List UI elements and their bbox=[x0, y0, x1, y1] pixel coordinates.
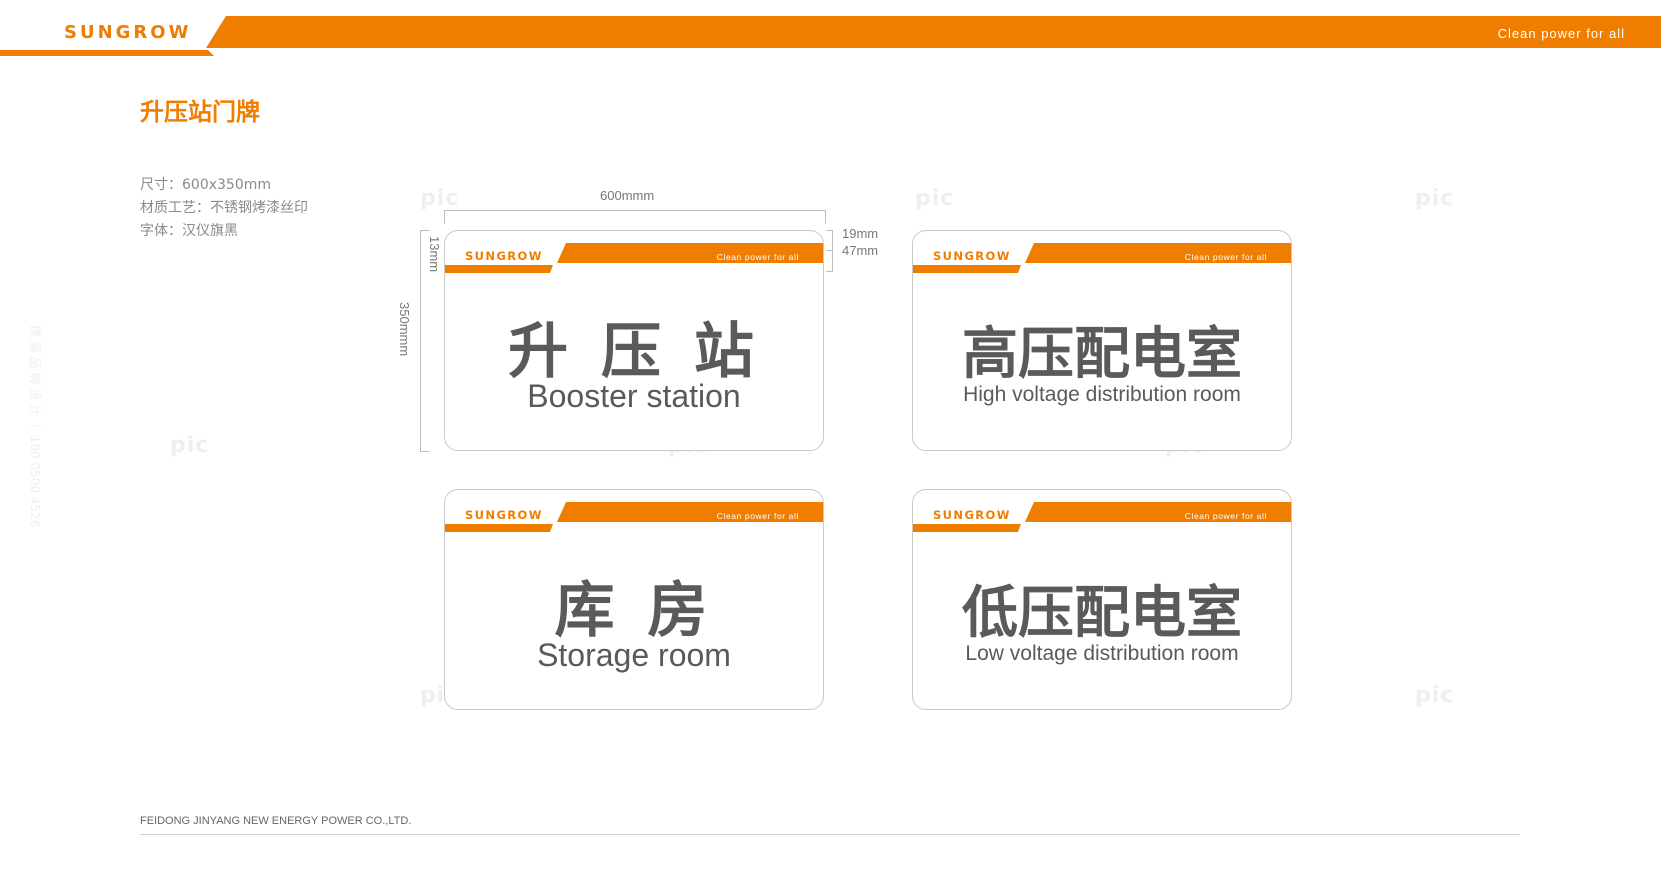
sign-title-cn: 高压配电室 bbox=[962, 322, 1242, 387]
dimension-band-tick bbox=[826, 271, 833, 272]
watermark-logo: pic bbox=[1415, 683, 1455, 708]
sign-title-cn: 低压配电室 bbox=[962, 581, 1242, 646]
page-title: 升压站门牌 bbox=[140, 98, 260, 126]
spec-size: 尺寸：600x350mm bbox=[140, 177, 272, 193]
dimension-width-tick bbox=[825, 210, 826, 224]
watermark-logo: pic bbox=[915, 186, 955, 211]
dimension-width: 600mmm bbox=[600, 188, 655, 203]
footer-company: FEIDONG JINYANG NEW ENERGY POWER CO.,LTD… bbox=[140, 815, 412, 827]
brand-logo: SUNGROW bbox=[64, 22, 192, 43]
dimension-band-tick bbox=[826, 230, 833, 231]
sign-logo: SUNGROW bbox=[933, 249, 1011, 263]
dimension-band-line bbox=[832, 230, 833, 272]
sign-title-en: Low voltage distribution room bbox=[965, 642, 1239, 665]
sign-title-en: Booster station bbox=[527, 378, 741, 414]
header-band bbox=[0, 16, 1661, 56]
sign-title-cn: 库 房 bbox=[554, 576, 714, 646]
sign-low-voltage-room: SUNGROW Clean power for all 低压配电室 Low vo… bbox=[912, 489, 1292, 710]
dimension-height-line bbox=[420, 230, 421, 452]
sign-title-en: Storage room bbox=[537, 637, 731, 673]
spec-material: 材质工艺：不锈钢烤漆丝印 bbox=[140, 200, 308, 216]
sign-title-en: High voltage distribution room bbox=[963, 383, 1241, 406]
watermark-logo: pic bbox=[170, 433, 210, 458]
dimension-side: 13mm bbox=[427, 236, 442, 273]
footer-divider bbox=[140, 834, 1520, 835]
sign-logo: SUNGROW bbox=[465, 249, 543, 263]
dimension-height-tick bbox=[420, 230, 430, 231]
sign-slogan: Clean power for all bbox=[716, 511, 799, 521]
spec-font: 字体：汉仪旗黑 bbox=[140, 223, 238, 239]
watermark-logo: pic bbox=[1415, 186, 1455, 211]
sign-booster-station: SUNGROW Clean power for all 升 压 站 Booste… bbox=[444, 230, 824, 451]
sign-slogan: Clean power for all bbox=[1184, 252, 1267, 262]
sign-slogan: Clean power for all bbox=[716, 252, 799, 262]
sign-slogan: Clean power for all bbox=[1184, 511, 1267, 521]
sign-storage-room: SUNGROW Clean power for all 库 房 Storage … bbox=[444, 489, 824, 710]
dimension-height: 350mmm bbox=[397, 302, 412, 357]
dimension-band-height: 47mm bbox=[842, 243, 879, 258]
sign-high-voltage-room: SUNGROW Clean power for all 高压配电室 High v… bbox=[912, 230, 1292, 451]
dimension-band-tick bbox=[826, 250, 833, 251]
dimension-height-tick bbox=[420, 451, 430, 452]
watermark-logo: pic bbox=[420, 186, 460, 211]
sign-logo: SUNGROW bbox=[465, 508, 543, 522]
sign-logo: SUNGROW bbox=[933, 508, 1011, 522]
watermark-side-text: 德 嘉 品 牌 设 计 ｜ 180 0500 4526 bbox=[28, 325, 42, 528]
dimension-width-tick bbox=[444, 210, 445, 224]
brand-slogan: Clean power for all bbox=[1497, 26, 1625, 41]
dimension-width-line bbox=[444, 210, 826, 211]
dimension-top-band: 19mm bbox=[842, 226, 879, 241]
sign-title-cn: 升 压 站 bbox=[508, 317, 760, 387]
